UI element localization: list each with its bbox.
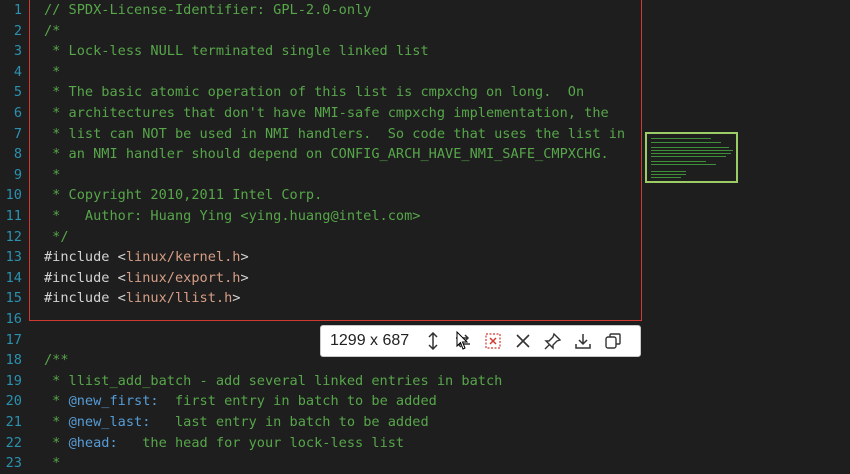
code-line: 21 * @new_last: last entry in batch to b… (0, 412, 850, 433)
line-number: 7 (13, 125, 22, 142)
line-number: 21 (5, 414, 22, 430)
close-icon (516, 334, 530, 348)
line-number: 8 (13, 146, 22, 163)
line-number: 16 (5, 311, 22, 327)
pin-button[interactable] (538, 326, 568, 356)
code-line: 19 * llist_add_batch - add several linke… (0, 371, 850, 392)
line-code: * @new_last: last entry in batch to be a… (44, 412, 429, 433)
copy-icon (605, 333, 621, 349)
line-number: 13 (5, 249, 22, 266)
resize-height-button[interactable] (418, 326, 448, 356)
line-number: 5 (13, 84, 22, 101)
code-token: @new_last: (68, 414, 151, 430)
close-button[interactable] (508, 326, 538, 356)
capture-dimensions-label: 1299 x 687 (330, 332, 410, 349)
line-code: /** (44, 350, 69, 371)
code-token: * (44, 455, 61, 472)
code-token: * (44, 393, 69, 410)
mouse-cursor-icon (456, 331, 469, 350)
line-number: 14 (5, 269, 22, 286)
code-token: * (44, 434, 69, 451)
line-number: 2 (13, 22, 22, 39)
code-line: 22 * @head: the head for your lock-less … (0, 433, 850, 454)
code-line: 23 * (0, 453, 850, 474)
line-number: 10 (5, 187, 22, 204)
code-token: @head: (68, 434, 118, 451)
code-token: first entry in batch to be added (158, 393, 437, 410)
line-number: 12 (5, 228, 22, 245)
line-number: 15 (5, 290, 22, 307)
line-number: 17 (5, 331, 22, 348)
code-token: last entry in batch to be added (150, 414, 429, 430)
line-number: 4 (13, 63, 22, 80)
line-number: 20 (5, 393, 22, 410)
line-code: * llist_add_batch - add several linked e… (44, 371, 502, 392)
line-number: 1 (13, 2, 22, 18)
line-code: * @head: the head for your lock-less lis… (44, 433, 404, 454)
copy-button[interactable] (598, 326, 628, 356)
line-number: 11 (5, 208, 22, 224)
line-number: 6 (13, 105, 22, 121)
line-code: * (44, 453, 60, 474)
line-number: 22 (5, 434, 22, 451)
download-icon (575, 334, 591, 349)
capture-preview-thumbnail[interactable] (645, 132, 738, 183)
download-button[interactable] (568, 326, 598, 356)
code-line: 20 * @new_first: first entry in batch to… (0, 391, 850, 412)
code-token: * (44, 414, 69, 430)
resize-height-icon (428, 332, 438, 350)
code-token: the head for your lock-less list (117, 434, 405, 451)
pixelate-button[interactable] (478, 326, 508, 356)
pin-icon (544, 332, 562, 350)
line-number: 3 (13, 43, 22, 60)
line-code: * @new_first: first entry in batch to be… (44, 391, 437, 412)
line-number: 18 (5, 352, 22, 369)
line-number: 23 (5, 455, 22, 472)
pixelate-icon (485, 333, 501, 349)
capture-toolbar: 1299 x 687 (320, 325, 641, 357)
code-token: * llist_add_batch - add several linked e… (44, 372, 503, 389)
capture-selection-rectangle[interactable] (29, 0, 642, 321)
code-token: /** (44, 352, 69, 369)
line-number: 9 (13, 166, 22, 183)
code-token: @new_first: (68, 393, 159, 410)
line-number: 19 (5, 372, 22, 389)
